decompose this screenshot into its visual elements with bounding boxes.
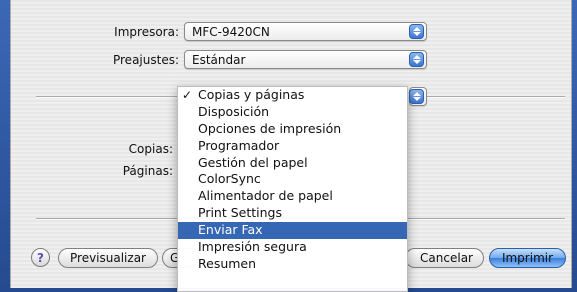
divider-left bbox=[36, 96, 191, 98]
preview-button[interactable]: Previsualizar bbox=[58, 248, 158, 268]
presets-label: Preajustes: bbox=[112, 53, 179, 67]
popup-arrows-icon bbox=[409, 24, 424, 39]
menu-item[interactable]: Programador bbox=[178, 138, 407, 155]
menu-item-label: ColorSync bbox=[198, 171, 261, 187]
divider-right bbox=[423, 96, 565, 98]
menu-item-highlighted[interactable]: Enviar Fax bbox=[178, 222, 407, 240]
popup-arrows-icon bbox=[409, 52, 424, 67]
menu-item[interactable]: ✓ Copias y páginas bbox=[178, 87, 407, 104]
menu-item-label: Print Settings bbox=[198, 205, 282, 221]
cancel-button[interactable]: Cancelar bbox=[405, 248, 484, 268]
checkmark-icon: ✓ bbox=[182, 88, 193, 102]
menu-item-label: Enviar Fax bbox=[198, 222, 263, 238]
print-button[interactable]: Imprimir bbox=[489, 248, 566, 268]
menu-item[interactable]: Impresión segura bbox=[178, 239, 407, 256]
menu-item[interactable]: Alimentador de papel bbox=[178, 188, 407, 205]
pane-menu: ✓ Copias y páginas Disposición Opciones d… bbox=[177, 86, 408, 292]
popup-arrows-icon bbox=[409, 89, 424, 104]
presets-popup[interactable]: Estándar bbox=[184, 50, 427, 69]
menu-item[interactable]: Disposición bbox=[178, 104, 407, 121]
menu-item-label: Copias y páginas bbox=[198, 87, 305, 102]
menu-item[interactable]: Print Settings bbox=[178, 205, 407, 222]
menu-item-label: Disposición bbox=[198, 103, 270, 119]
copies-label: Copias: bbox=[128, 142, 173, 156]
help-button[interactable]: ? bbox=[31, 248, 50, 267]
presets-value: Estándar bbox=[192, 53, 246, 67]
printer-popup[interactable]: MFC-9420CN bbox=[184, 22, 427, 41]
pages-label: Páginas: bbox=[122, 164, 173, 178]
menu-item[interactable]: Opciones de impresión bbox=[178, 121, 407, 138]
menu-item[interactable]: Resumen bbox=[178, 256, 407, 273]
menu-item[interactable]: ColorSync bbox=[178, 171, 407, 188]
menu-item-label: Programador bbox=[198, 137, 280, 153]
menu-item[interactable]: Gestión del papel bbox=[178, 155, 407, 172]
menu-item-label: Opciones de impresión bbox=[198, 120, 342, 136]
menu-item-label: Impresión segura bbox=[198, 239, 307, 255]
menu-item-label: Resumen bbox=[198, 255, 257, 271]
menu-item-label: Gestión del papel bbox=[198, 154, 308, 170]
printer-value: MFC-9420CN bbox=[192, 25, 270, 39]
menu-item-label: Alimentador de papel bbox=[198, 188, 333, 204]
pane-popup[interactable] bbox=[409, 87, 427, 106]
printer-label: Impresora: bbox=[114, 25, 179, 39]
